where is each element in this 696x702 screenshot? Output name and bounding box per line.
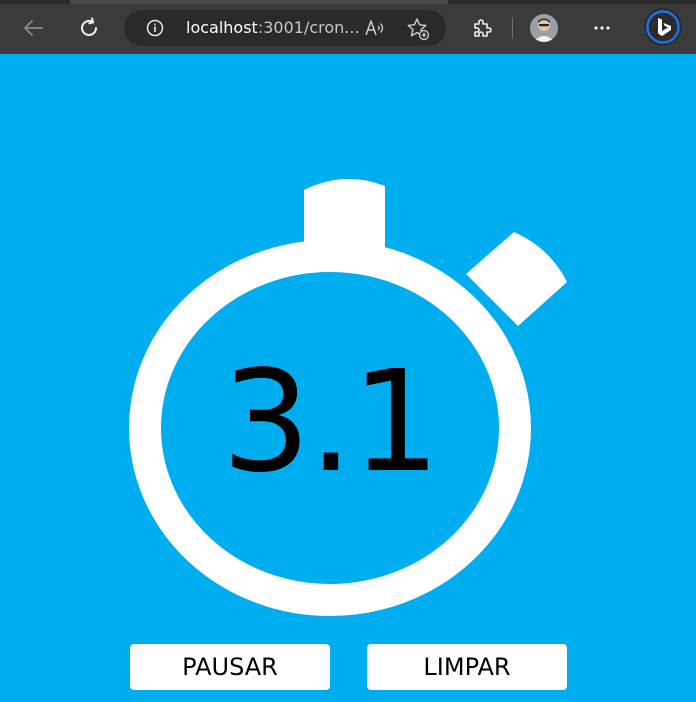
tab-strip: [0, 0, 696, 4]
refresh-button[interactable]: [75, 14, 103, 42]
extensions-icon: [474, 19, 492, 37]
profile-avatar[interactable]: [530, 14, 558, 42]
extensions-button[interactable]: [468, 14, 496, 42]
url-text[interactable]: localhost:3001/cron...: [186, 18, 358, 38]
url-host: localhost: [186, 18, 258, 37]
back-button[interactable]: [20, 14, 48, 42]
browser-toolbar: localhost:3001/cron...: [0, 0, 696, 54]
bing-button[interactable]: [644, 8, 682, 46]
bing-icon: [646, 10, 680, 44]
avatar-icon: [530, 14, 558, 42]
more-button[interactable]: [588, 14, 616, 42]
stopwatch-crown: [304, 178, 385, 250]
refresh-icon: [81, 17, 97, 36]
info-icon[interactable]: [146, 19, 164, 37]
clear-button[interactable]: LIMPAR: [367, 644, 567, 690]
add-favorite-icon[interactable]: [406, 17, 430, 41]
url-path: :3001/cron...: [257, 18, 358, 37]
back-icon: [24, 20, 43, 36]
elapsed-time: 3.1: [221, 341, 441, 504]
toolbar-separator: [512, 18, 513, 38]
read-aloud-icon[interactable]: [364, 18, 386, 38]
more-icon: [594, 26, 610, 30]
pause-button[interactable]: PAUSAR: [130, 644, 330, 690]
address-bar[interactable]: localhost:3001/cron...: [124, 10, 446, 46]
